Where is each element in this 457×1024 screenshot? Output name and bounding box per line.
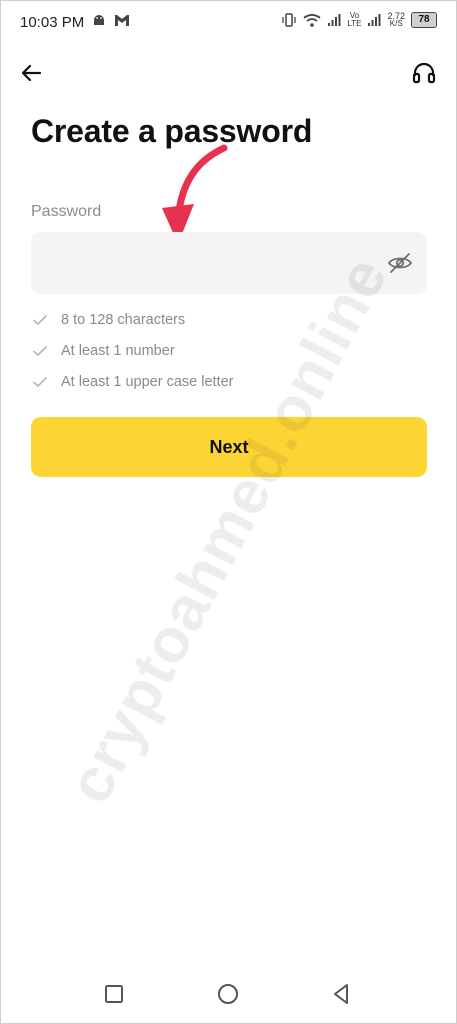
requirement-text: At least 1 upper case letter — [61, 373, 234, 390]
wifi-icon — [303, 14, 321, 27]
check-icon — [33, 376, 47, 387]
back-button[interactable] — [18, 60, 46, 86]
requirement-item: At least 1 number — [31, 335, 391, 366]
check-icon — [33, 345, 47, 356]
system-nav-bar — [0, 970, 457, 1020]
requirement-text: 8 to 128 characters — [61, 311, 186, 328]
network-speed: 2.72 K/S — [387, 12, 405, 28]
arrow-left-icon — [21, 64, 42, 82]
next-button[interactable]: Next — [31, 417, 427, 477]
requirement-item: At least 1 upper case letter — [31, 366, 391, 397]
password-field — [31, 232, 427, 294]
signal-icon — [328, 14, 341, 26]
page-title: Create a password — [31, 113, 313, 149]
headset-icon — [412, 62, 436, 84]
toggle-visibility-button[interactable] — [387, 250, 413, 276]
status-bar: 10:03 PM Vo LTE 2.72 K/S 78 — [0, 0, 457, 44]
signal-icon — [368, 14, 381, 26]
speed-unit: K/S — [389, 19, 403, 28]
support-button[interactable] — [411, 60, 437, 86]
screen-frame — [0, 0, 457, 1024]
status-right-icons: Vo LTE 2.72 K/S 78 — [281, 12, 437, 28]
requirement-item: 8 to 128 characters — [31, 304, 391, 335]
volte-icon: Vo LTE — [347, 12, 361, 28]
requirement-text: At least 1 number — [61, 342, 175, 359]
android-icon — [94, 15, 104, 25]
recents-button[interactable] — [102, 982, 126, 1006]
eye-off-icon — [387, 253, 413, 273]
status-time: 10:03 PM — [20, 14, 85, 31]
system-back-button[interactable] — [329, 982, 353, 1006]
triangle-back-icon — [334, 984, 348, 1004]
password-input[interactable] — [31, 232, 403, 294]
password-requirements: 8 to 128 characters At least 1 number At… — [31, 304, 391, 397]
circle-icon — [218, 984, 238, 1004]
gmail-icon — [115, 14, 129, 26]
volte-bottom: LTE — [347, 19, 362, 28]
status-left-icons — [92, 13, 130, 27]
vibrate-icon — [282, 13, 297, 27]
password-label: Password — [31, 203, 102, 220]
square-icon — [105, 985, 123, 1003]
battery-icon: 78 — [411, 12, 437, 28]
check-icon — [33, 314, 47, 325]
home-button[interactable] — [216, 982, 240, 1006]
